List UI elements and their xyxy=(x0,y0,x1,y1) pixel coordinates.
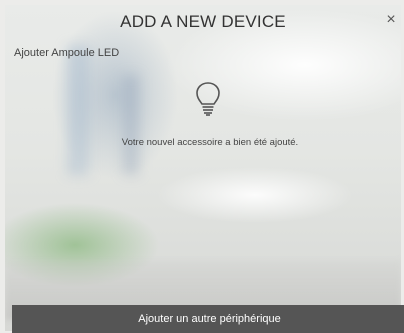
dialog-title: ADD A NEW DEVICE xyxy=(120,12,286,31)
background-blur-shape xyxy=(67,45,89,175)
add-another-device-button[interactable]: Ajouter un autre périphérique xyxy=(12,305,404,333)
close-icon[interactable]: × xyxy=(383,12,399,29)
lightbulb-icon xyxy=(193,80,223,120)
add-device-dialog: ADD A NEW DEVICE × Ajouter Ampoule LED V… xyxy=(0,0,404,333)
dialog-header: ADD A NEW DEVICE × xyxy=(5,5,401,39)
success-message: Votre nouvel accessoire a bien été ajout… xyxy=(121,137,299,148)
device-name-label: Ajouter Ampoule LED xyxy=(14,47,120,59)
background-blur-shape xyxy=(123,75,139,175)
